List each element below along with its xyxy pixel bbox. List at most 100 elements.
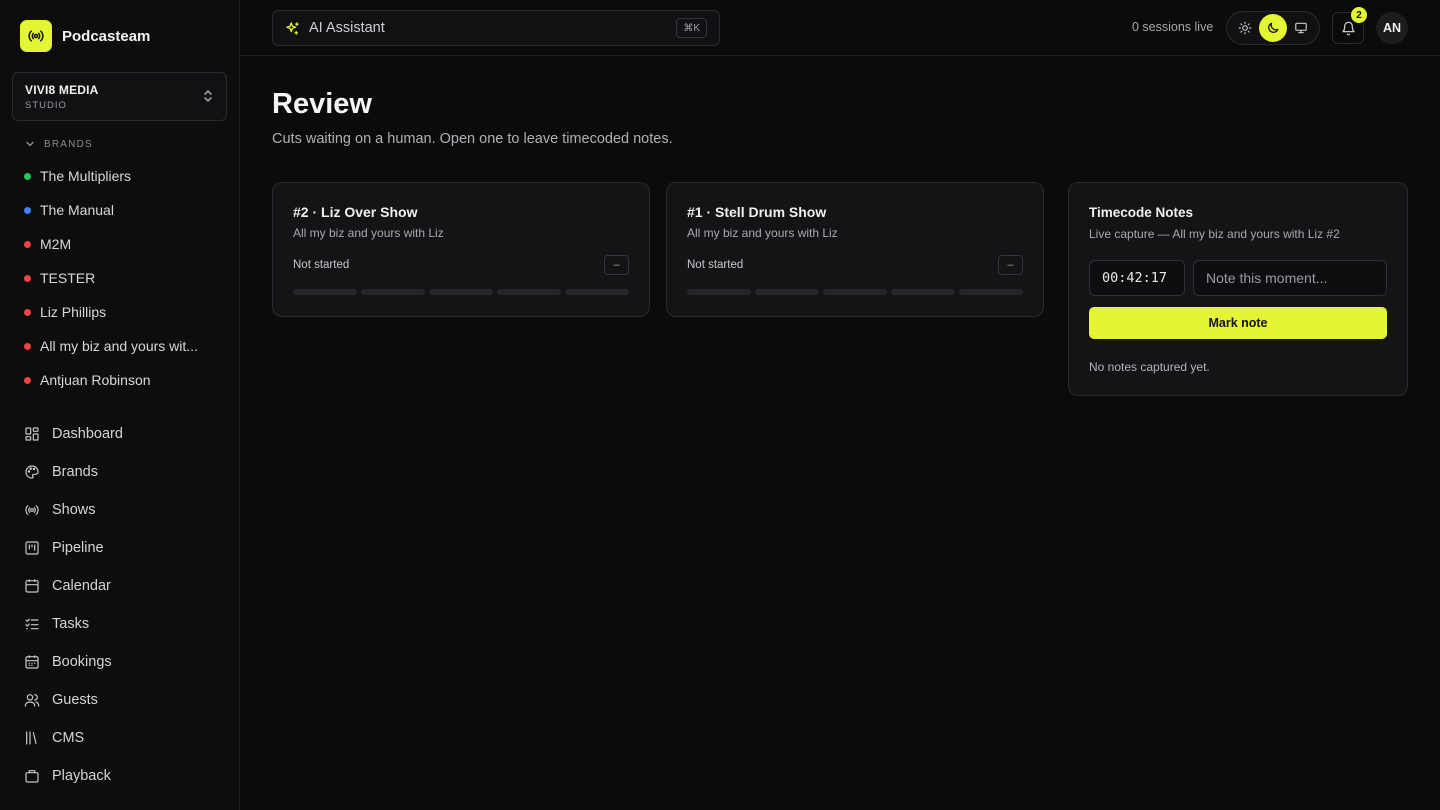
nav-item-bookings[interactable]: Bookings (24, 643, 224, 681)
nav-item-cms[interactable]: CMS (24, 719, 224, 757)
moon-icon (1268, 22, 1279, 33)
sidebar-brand-item[interactable]: All my biz and yours wit... (24, 329, 224, 363)
brands-heading: BRANDS (44, 138, 93, 150)
brand-color-dot (24, 308, 31, 316)
card-status-indicator: – (604, 255, 629, 275)
brand-list: The Multipliers The Manual M2M TESTER Li… (24, 159, 224, 397)
light-theme-button[interactable] (1231, 14, 1259, 42)
ai-assistant-label: AI Assistant (309, 20, 385, 36)
podcast-logo-icon (20, 20, 52, 52)
user-avatar[interactable]: AN (1376, 12, 1408, 44)
app-name: Podcasteam (62, 27, 151, 45)
notification-count-badge: 2 (1351, 7, 1367, 23)
chevron-down-icon (26, 141, 34, 147)
card-status: Not started (687, 259, 744, 271)
broadcast-icon (25, 505, 39, 515)
sparkles-icon (286, 21, 299, 35)
users-icon (24, 694, 40, 707)
workspace-name: VIVI8 MEDIA (25, 83, 99, 97)
card-subtitle: All my biz and yours with Liz (687, 226, 838, 240)
card-title: #1 · Stell Drum Show (687, 204, 827, 220)
review-card[interactable]: #2 · Liz Over Show All my biz and yours … (272, 182, 650, 317)
card-status-indicator: – (998, 255, 1023, 275)
app-root: Podcasteam VIVI8 MEDIA STUDIO BRANDS The… (0, 0, 1440, 810)
sidebar-brand-item[interactable]: The Multipliers (24, 159, 224, 193)
brand-color-dot (24, 274, 31, 282)
library-icon (26, 731, 37, 745)
page-title: Review (272, 88, 372, 120)
nav-label: Pipeline (52, 540, 104, 556)
kanban-icon (25, 541, 39, 555)
chevron-up-down-icon (204, 90, 212, 102)
brand-color-dot (24, 172, 31, 180)
brand-color-dot (24, 206, 31, 214)
workspace-type: STUDIO (25, 100, 67, 111)
bell-icon (1341, 21, 1355, 35)
brand-label: M2M (40, 236, 72, 252)
progress-segment (361, 289, 425, 295)
review-progress-bar (293, 289, 629, 295)
dashboard-icon (25, 427, 39, 441)
nav-item-playback[interactable]: Playback (24, 757, 224, 795)
card-subtitle: All my biz and yours with Liz (293, 226, 444, 240)
sidebar-brand-item[interactable]: Liz Phillips (24, 295, 224, 329)
sidebar-brand-item[interactable]: Antjuan Robinson (24, 363, 224, 397)
nav-item-tasks[interactable]: Tasks (24, 605, 224, 643)
nav-item-brands[interactable]: Brands (24, 453, 224, 491)
note-input[interactable] (1193, 260, 1387, 296)
nav-item-dashboard[interactable]: Dashboard (24, 415, 224, 453)
nav-label: CMS (52, 730, 85, 746)
nav-item-calendar[interactable]: Calendar (24, 567, 224, 605)
nav-label: Brands (52, 464, 98, 480)
sidebar-brand-item[interactable]: M2M (24, 227, 224, 261)
mark-note-button[interactable]: Mark note (1089, 307, 1387, 339)
nav-item-shows[interactable]: Shows (24, 491, 224, 529)
review-card[interactable]: #1 · Stell Drum Show All my biz and your… (666, 182, 1044, 317)
card-title: #2 · Liz Over Show (293, 204, 418, 220)
brand-label: The Manual (40, 202, 114, 218)
workspace-switcher[interactable]: VIVI8 MEDIA STUDIO (12, 72, 227, 121)
progress-segment (565, 289, 629, 295)
brand-label: TESTER (40, 270, 96, 286)
sidebar: Podcasteam VIVI8 MEDIA STUDIO BRANDS The… (0, 0, 240, 810)
nav-item-pipeline[interactable]: Pipeline (24, 529, 224, 567)
progress-segment (823, 289, 887, 295)
monitor-icon (1295, 22, 1307, 34)
brand-color-dot (24, 240, 31, 248)
calendar-icon (25, 579, 39, 593)
progress-segment (429, 289, 493, 295)
nav-label: Guests (52, 692, 98, 708)
progress-segment (891, 289, 955, 295)
nav-label: Bookings (52, 654, 112, 670)
brand-label: The Multipliers (40, 168, 132, 184)
app-logo[interactable]: Podcasteam (20, 20, 150, 52)
system-theme-button[interactable] (1287, 14, 1315, 42)
nav-label: Playback (52, 768, 111, 784)
brand-label: All my biz and yours wit... (40, 338, 198, 354)
page-subtitle: Cuts waiting on a human. Open one to lea… (272, 131, 673, 147)
sidebar-brand-item[interactable]: The Manual (24, 193, 224, 227)
progress-segment (755, 289, 819, 295)
nav-label: Calendar (52, 578, 111, 594)
notes-title: Timecode Notes (1089, 205, 1194, 220)
timecode-input[interactable] (1089, 260, 1185, 296)
progress-segment (293, 289, 357, 295)
ai-assistant-search[interactable]: AI Assistant ⌘K (272, 10, 720, 46)
topbar: AI Assistant ⌘K 0 sessions live 2 AN (240, 0, 1440, 56)
timecode-notes-panel: Timecode Notes Live capture — All my biz… (1068, 182, 1408, 396)
palette-icon (25, 465, 39, 479)
notes-subtitle: Live capture — All my biz and yours with… (1089, 227, 1340, 241)
brand-color-dot (24, 342, 31, 350)
review-progress-bar (687, 289, 1023, 295)
dark-theme-button[interactable] (1259, 14, 1287, 42)
sidebar-brand-item[interactable]: TESTER (24, 261, 224, 295)
nav-item-guests[interactable]: Guests (24, 681, 224, 719)
card-status: Not started (293, 259, 350, 271)
sun-icon (1238, 21, 1252, 35)
nav-label: Dashboard (52, 426, 123, 442)
theme-toggle (1226, 11, 1320, 45)
brands-section-toggle[interactable]: BRANDS (24, 138, 93, 150)
brand-label: Antjuan Robinson (40, 372, 151, 388)
shortcut-hint: ⌘K (676, 18, 707, 38)
main-nav: Dashboard Brands Shows Pipeline Calendar… (24, 415, 224, 795)
